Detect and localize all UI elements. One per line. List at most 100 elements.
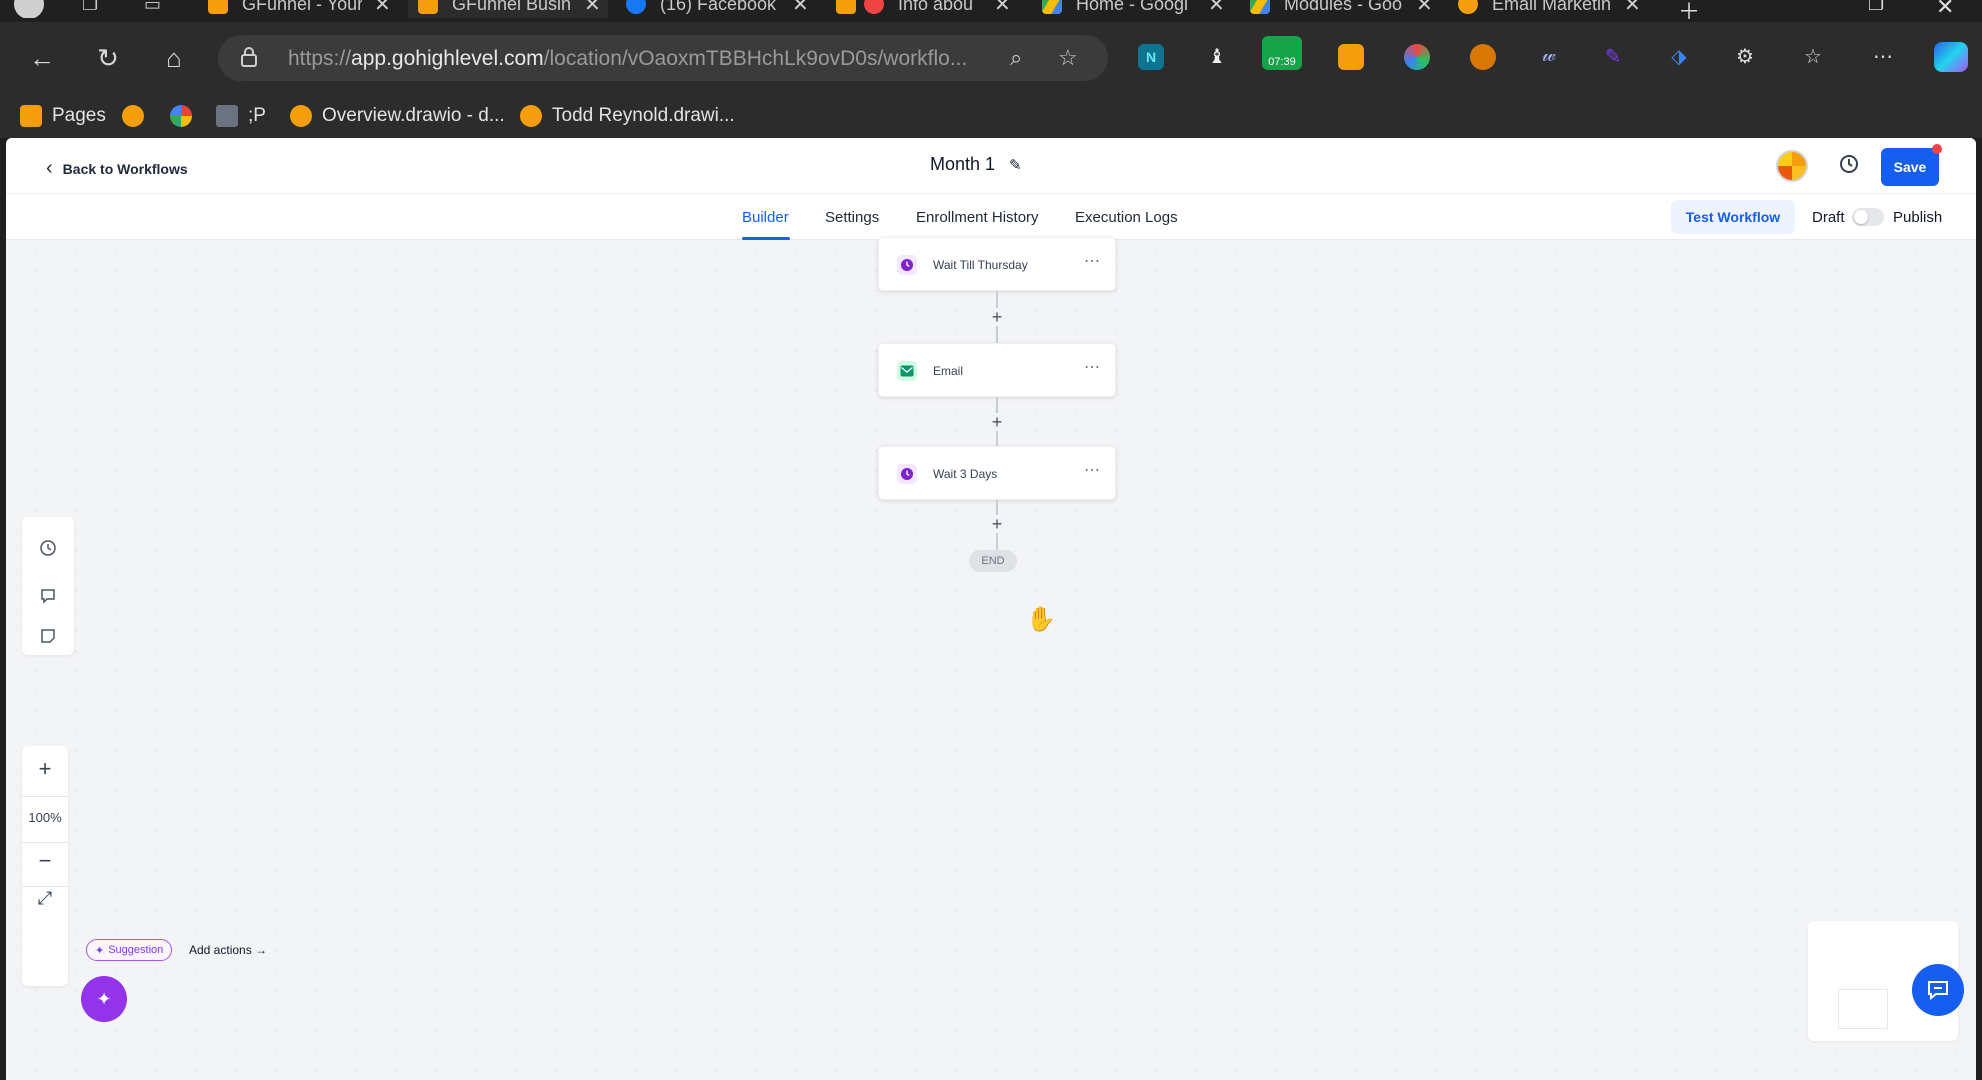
back-arrow-icon[interactable]: ←: [24, 40, 60, 76]
workspaces-icon[interactable]: ❐: [82, 0, 106, 18]
node-menu-icon[interactable]: ⋯: [1084, 357, 1101, 377]
extension-tag-icon[interactable]: ⬗: [1666, 44, 1692, 70]
google-icon: [170, 105, 192, 127]
zoom-level: 100%: [28, 810, 62, 825]
tab-close-icon[interactable]: ✕: [792, 0, 809, 17]
tab-close-icon[interactable]: ✕: [374, 0, 391, 17]
copilot-icon[interactable]: [1934, 42, 1968, 72]
bookmark-overview-drawio[interactable]: Overview.drawio - d...: [290, 104, 505, 128]
sticky-note-icon[interactable]: [39, 627, 57, 645]
tab-execution-logs[interactable]: Execution Logs: [1075, 209, 1178, 226]
tab-close-icon[interactable]: ✕: [584, 0, 601, 17]
bookmark-google[interactable]: [170, 104, 202, 128]
workflow-node-email[interactable]: Email ⋯: [878, 343, 1116, 397]
tab-enrollment-history[interactable]: Enrollment History: [916, 209, 1039, 226]
tab-close-icon[interactable]: ✕: [994, 0, 1011, 17]
save-button[interactable]: Save: [1881, 148, 1939, 186]
zoom-in-button[interactable]: +: [22, 756, 68, 782]
close-window-icon[interactable]: ✕: [1936, 0, 1954, 20]
minimap-viewport: [1838, 989, 1888, 1029]
node-menu-icon[interactable]: ⋯: [1084, 460, 1101, 480]
zoom-out-button[interactable]: −: [22, 848, 68, 874]
tab-close-icon[interactable]: ✕: [1208, 0, 1225, 17]
extension-apps-icon[interactable]: [1338, 44, 1364, 70]
email-icon: [897, 361, 917, 381]
bookmark-icon-only[interactable]: [122, 104, 154, 128]
suggestion-badge[interactable]: ✦ Suggestion: [86, 939, 173, 961]
history-clock-icon[interactable]: [1838, 153, 1860, 175]
divider: [22, 796, 68, 797]
browser-tab[interactable]: GFunnel - Your ✕: [208, 0, 404, 18]
browser-profile-icon[interactable]: [14, 0, 50, 18]
browser-tab[interactable]: Email Marketin ✕: [1458, 0, 1648, 18]
ai-assistant-button[interactable]: ✦: [81, 976, 127, 1022]
tab-settings[interactable]: Settings: [825, 209, 879, 226]
browser-tab[interactable]: (16) Facebook ✕: [626, 0, 816, 18]
workflow-title: Month 1 ✎: [930, 154, 1022, 175]
extension-chess-icon[interactable]: ♝: [1204, 44, 1230, 70]
bookmark-pages[interactable]: Pages: [20, 104, 106, 128]
browser-tab[interactable]: Info abou ✕: [836, 0, 1036, 18]
zoom-magnifier-icon[interactable]: ⌕: [1010, 45, 1022, 71]
workflow-node-wait-3-days[interactable]: Wait 3 Days ⋯: [878, 446, 1116, 500]
extension-n-icon[interactable]: N: [1138, 44, 1164, 70]
comment-icon[interactable]: [39, 587, 57, 605]
browser-tab[interactable]: Modules - Goo ✕: [1250, 0, 1440, 18]
tab-close-icon[interactable]: ✕: [1416, 0, 1433, 17]
add-step-plus-icon[interactable]: +: [988, 308, 1006, 326]
browser-tab-active[interactable]: GFunnel Busin ✕: [408, 0, 608, 18]
unsaved-indicator-dot: [1932, 144, 1942, 154]
chat-support-button[interactable]: [1912, 964, 1964, 1016]
bookmark-p[interactable]: ;P: [216, 104, 266, 128]
extension-color-icon[interactable]: [1404, 44, 1430, 70]
tab-favicon: [208, 0, 228, 14]
active-tab-underline: [742, 237, 790, 240]
back-to-workflows-link[interactable]: ‹ Back to Workflows: [46, 157, 188, 180]
url-path: /location/vOaoxmTBBHchLk9ovD0s/workflo..…: [543, 47, 968, 70]
tab-actions-icon[interactable]: ▭: [144, 0, 168, 18]
test-workflow-button[interactable]: Test Workflow: [1671, 200, 1795, 234]
chat-bubble-icon: [1928, 981, 1948, 1000]
publish-toggle[interactable]: [1852, 208, 1884, 226]
extension-pen-icon[interactable]: ✎: [1600, 44, 1626, 70]
edit-pencil-icon[interactable]: ✎: [1009, 156, 1022, 174]
fit-screen-icon[interactable]: ⤢: [22, 888, 68, 909]
bookmark-todd-reynold[interactable]: Todd Reynold.drawi...: [520, 104, 735, 128]
history-icon[interactable]: [39, 539, 57, 557]
favorites-icon[interactable]: ☆: [1800, 44, 1826, 70]
publish-label: Publish: [1893, 209, 1943, 226]
tab-close-icon[interactable]: ✕: [1624, 0, 1641, 17]
node-menu-icon[interactable]: ⋯: [1084, 251, 1101, 271]
workflow-canvas[interactable]: Wait Till Thursday ⋯ + Email ⋯ + Wait 3 …: [6, 237, 1976, 1080]
browser-tab[interactable]: Home - Googl ✕: [1042, 0, 1232, 18]
extensions-puzzle-icon[interactable]: ⚙: [1732, 44, 1758, 70]
tab-favicon: [418, 0, 438, 14]
bookmark-favicon: [520, 105, 542, 127]
extension-timer-icon[interactable]: 07:39: [1262, 36, 1302, 70]
favorite-star-icon[interactable]: ☆: [1058, 45, 1078, 71]
restore-window-icon[interactable]: ❐: [1868, 0, 1884, 15]
address-bar[interactable]: https://app.gohighlevel.com/location/vOa…: [218, 35, 1108, 81]
reload-icon[interactable]: ↻: [90, 40, 126, 76]
add-step-plus-icon[interactable]: +: [988, 515, 1006, 533]
zoom-controls: + 100% − ⤢: [22, 746, 68, 986]
bookmark-label: Overview.drawio - d...: [322, 105, 505, 126]
tab-builder[interactable]: Builder: [742, 209, 789, 226]
add-actions-link[interactable]: Add actions →: [189, 943, 267, 957]
bookmark-label: ;P: [248, 105, 266, 126]
toggle-knob: [1854, 210, 1868, 224]
magic-wand-icon: ✦: [96, 988, 112, 1009]
account-logo-avatar[interactable]: [1776, 150, 1808, 182]
workflow-builder-app: ‹ Back to Workflows Month 1 ✎ Save Build…: [6, 138, 1976, 1080]
bookmark-favicon: [290, 105, 312, 127]
suggestion-label: Suggestion: [108, 944, 164, 956]
extension-feather-icon[interactable]: 𝓌: [1536, 44, 1562, 70]
browser-tab-strip: ❐ ▭ GFunnel - Your ✕ GFunnel Busin ✕ (16…: [0, 0, 1982, 24]
chevron-left-icon: ‹: [46, 157, 53, 179]
home-icon[interactable]: ⌂: [156, 40, 192, 76]
cookie-icon[interactable]: [1470, 44, 1496, 70]
tab-title: Home - Googl: [1076, 0, 1189, 14]
more-menu-icon[interactable]: ⋯: [1870, 44, 1896, 70]
add-step-plus-icon[interactable]: +: [988, 413, 1006, 431]
workflow-node-wait-till-thursday[interactable]: Wait Till Thursday ⋯: [878, 237, 1116, 291]
